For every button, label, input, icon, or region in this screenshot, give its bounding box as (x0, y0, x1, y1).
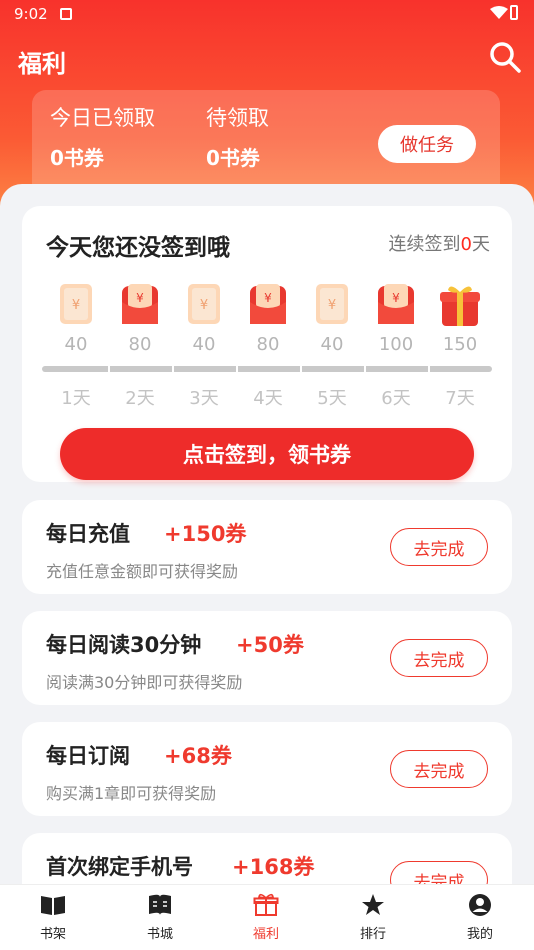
checkin-day-label: 3天 (189, 388, 219, 409)
coupon-ticket-icon: ¥ (310, 282, 354, 328)
checkin-title: 今天您还没签到哦 (46, 235, 230, 261)
tab-open-book[interactable]: 书架 (23, 893, 83, 942)
tab-label: 福利 (252, 927, 279, 942)
task-card: 每日阅读30分钟 +50券阅读满30分钟即可获得奖励 去完成 (22, 611, 512, 705)
book-icon (130, 893, 190, 917)
tab-user[interactable]: 我的 (450, 893, 510, 942)
checkin-day-3: ¥40 (174, 282, 234, 355)
task-title: 每日充值 (46, 522, 130, 546)
checkin-day-2: ¥80 (110, 282, 170, 355)
tab-gift[interactable]: 福利 (236, 893, 296, 942)
svg-text:¥: ¥ (392, 291, 400, 305)
tab-label: 书城 (146, 927, 173, 942)
task-reward: +68券 (164, 744, 232, 768)
svg-text:¥: ¥ (72, 298, 80, 313)
task-description: 充值任意金额即可获得奖励 (46, 562, 239, 581)
red-envelope-icon: ¥ (246, 282, 290, 328)
task-description: 购买满1章即可获得奖励 (46, 784, 217, 803)
sim-icon (60, 8, 72, 20)
checkin-day-points: 40 (320, 334, 344, 355)
user-icon (450, 893, 510, 917)
claimed-coupons-label: 今日已领取 (50, 106, 155, 130)
coupon-ticket-icon: ¥ (182, 282, 226, 328)
tab-label: 排行 (359, 927, 386, 942)
task-reward: +150券 (164, 522, 247, 546)
task-title: 首次绑定手机号 (46, 855, 193, 879)
status-bar: 9:02 (0, 0, 534, 30)
checkin-streak: 连续签到0天 (389, 230, 490, 256)
checkin-day-points: 150 (442, 334, 478, 355)
gift-box-icon (438, 282, 482, 328)
checkin-day-label: 2天 (125, 388, 155, 409)
checkin-progress-track (42, 366, 492, 372)
checkin-day-points: 40 (64, 334, 88, 355)
checkin-day-5: ¥40 (302, 282, 362, 355)
checkin-day-points: 100 (378, 334, 414, 355)
gift-icon (236, 893, 296, 917)
checkin-day-label: 7天 (445, 388, 475, 409)
svg-text:¥: ¥ (200, 298, 208, 313)
search-icon[interactable] (488, 40, 522, 74)
checkin-day-label: 4天 (253, 388, 283, 409)
do-tasks-button[interactable]: 做任务 (378, 125, 476, 163)
bottom-tab-bar: 书架 书城 福利 排行 我的 (0, 884, 534, 950)
claimed-coupons: 今日已领取 0书券 (50, 102, 155, 171)
checkin-button[interactable]: 点击签到，领书券 (60, 428, 474, 480)
svg-text:¥: ¥ (328, 298, 336, 313)
svg-text:¥: ¥ (264, 291, 272, 305)
task-reward: +168券 (232, 855, 315, 879)
checkin-day-points: 80 (128, 334, 152, 355)
svg-text:¥: ¥ (136, 291, 144, 305)
streak-days: 0 (460, 234, 472, 255)
tab-label: 我的 (466, 927, 493, 942)
status-time: 9:02 (14, 5, 48, 23)
task-card: 每日订阅 +68券购买满1章即可获得奖励 去完成 (22, 722, 512, 816)
progress-divider (428, 366, 430, 372)
progress-divider (236, 366, 238, 372)
task-title: 每日订阅 (46, 744, 130, 768)
tab-book[interactable]: 书城 (130, 893, 190, 942)
task-description: 阅读满30分钟即可获得奖励 (46, 673, 243, 692)
wifi-icon (490, 6, 508, 19)
task-complete-button[interactable]: 去完成 (390, 528, 488, 566)
task-card: 每日充值 +150券充值任意金额即可获得奖励 去完成 (22, 500, 512, 594)
checkin-day-points: 80 (256, 334, 280, 355)
pending-coupons-label: 待领取 (206, 106, 269, 130)
checkin-day-4: ¥80 (238, 282, 298, 355)
streak-suffix: 天 (472, 234, 490, 255)
checkin-day-label: 5天 (317, 388, 347, 409)
tab-star[interactable]: 排行 (343, 893, 403, 942)
checkin-day-6: ¥100 (366, 282, 426, 355)
checkin-day-points: 40 (192, 334, 216, 355)
red-envelope-icon: ¥ (118, 282, 162, 328)
checkin-card: 今天您还没签到哦 连续签到0天 ¥40 ¥80 ¥40 ¥80 ¥40 ¥100 150 点… (22, 206, 512, 482)
pending-coupons-value: 0书券 (206, 146, 260, 170)
streak-prefix: 连续签到 (388, 234, 461, 255)
progress-divider (364, 366, 366, 372)
red-envelope-icon: ¥ (374, 282, 418, 328)
checkin-day-label: 1天 (61, 388, 91, 409)
progress-divider (108, 366, 110, 372)
progress-divider (172, 366, 174, 372)
page-title: 福利 (18, 50, 66, 78)
battery-icon (510, 5, 518, 20)
open-book-icon (23, 893, 83, 917)
task-complete-button[interactable]: 去完成 (390, 639, 488, 677)
tab-label: 书架 (39, 927, 66, 942)
star-icon (343, 893, 403, 917)
checkin-day-label: 6天 (381, 388, 411, 409)
task-reward: +50券 (236, 633, 304, 657)
task-complete-button[interactable]: 去完成 (390, 750, 488, 788)
coupon-ticket-icon: ¥ (54, 282, 98, 328)
pending-coupons: 待领取 0书券 (206, 102, 269, 171)
checkin-day-7: 150 (430, 282, 490, 355)
progress-divider (300, 366, 302, 372)
checkin-day-1: ¥40 (46, 282, 106, 355)
task-title: 每日阅读30分钟 (46, 633, 202, 657)
claimed-coupons-value: 0书券 (50, 146, 104, 170)
